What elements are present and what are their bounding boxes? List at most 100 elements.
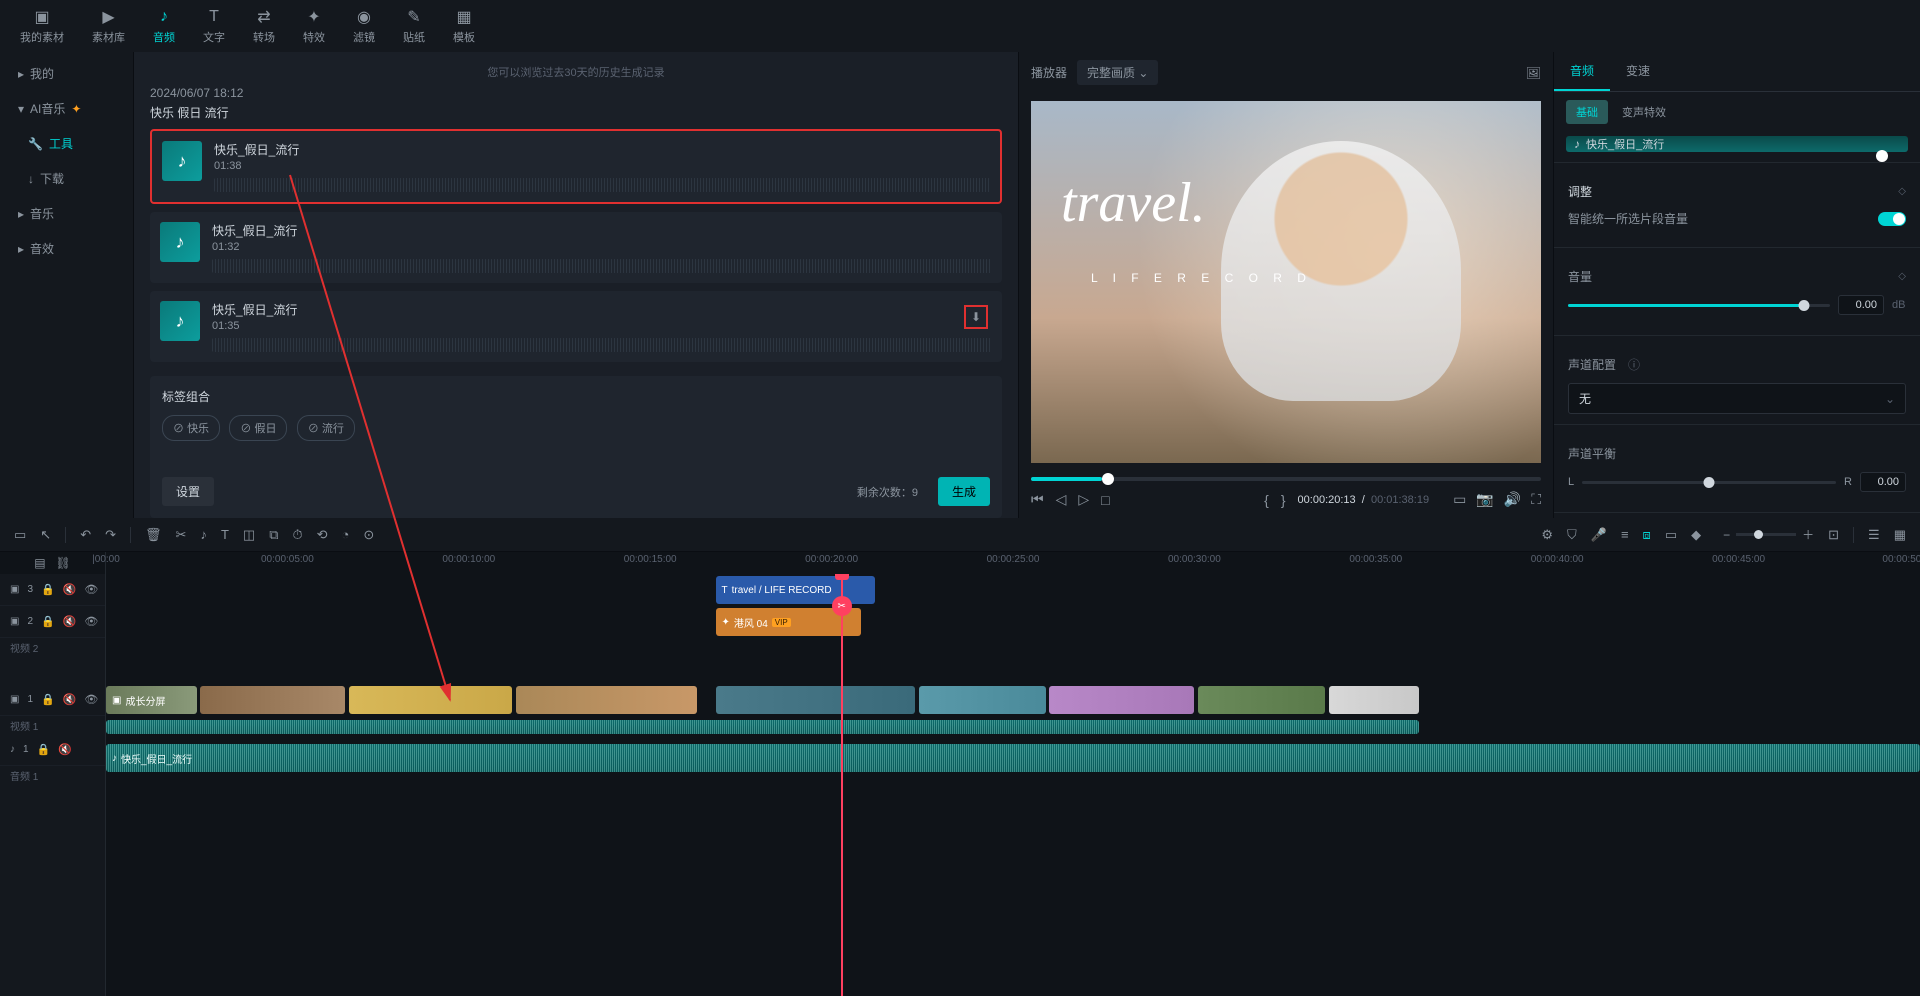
select-tool-icon[interactable]: ▭: [14, 527, 26, 543]
video-clip[interactable]: [1329, 686, 1420, 714]
quality-select[interactable]: 完整画质 ⌄: [1077, 60, 1158, 85]
delete-icon[interactable]: 🗑: [145, 527, 162, 543]
nav-music[interactable]: ▸ 音乐: [0, 196, 133, 231]
balance-slider[interactable]: [1582, 481, 1836, 484]
link-icon[interactable]: ⧉: [269, 527, 278, 543]
undo-icon[interactable]: ↶: [80, 527, 91, 543]
picture-icon[interactable]: 🖼: [1526, 66, 1541, 80]
tag-chip[interactable]: ⊘ 假日: [229, 415, 287, 441]
video-clip[interactable]: ▣ 成长分屏: [106, 686, 197, 714]
keyframe-icon[interactable]: ◇: [1898, 271, 1906, 282]
scissor-icon[interactable]: ✂: [832, 596, 852, 616]
tab-audio[interactable]: ♪音频: [153, 7, 175, 45]
video-clip[interactable]: [516, 686, 697, 714]
bracket-right-icon[interactable]: }: [1281, 492, 1286, 508]
info-icon[interactable]: ⓘ: [1628, 356, 1640, 373]
tab-audio-props[interactable]: 音频: [1554, 52, 1610, 91]
tab-transition[interactable]: ⇄转场: [253, 7, 275, 45]
track-head[interactable]: ▣2 🔒🔇👁: [0, 606, 105, 638]
play-icon[interactable]: ▷: [1078, 491, 1089, 508]
redo-icon[interactable]: ↷: [105, 527, 116, 543]
snap-icon[interactable]: ▭: [1665, 527, 1677, 543]
track-head[interactable]: ▣3 🔒🔇👁: [0, 574, 105, 606]
tab-stickers[interactable]: ✎贴纸: [403, 7, 425, 45]
nav-tools[interactable]: 🔧 工具: [0, 126, 133, 161]
timeline-layout-icon[interactable]: ▤: [34, 556, 45, 570]
music-tool-icon[interactable]: ♪: [200, 527, 207, 542]
keyframe-icon[interactable]: ◇: [1898, 186, 1906, 197]
audio-clip-card[interactable]: ♪ 快乐_假日_流行 01:35 ⬇: [150, 291, 1002, 362]
nav-my[interactable]: ▸ 我的: [0, 56, 133, 91]
download-icon[interactable]: ⬇: [964, 305, 988, 329]
snapshot-icon[interactable]: 📷: [1476, 491, 1493, 508]
video-clip[interactable]: [919, 686, 1046, 714]
nav-ai-music[interactable]: ▾ AI音乐 ✦: [0, 91, 133, 126]
preview-progress[interactable]: [1031, 477, 1541, 481]
marker-icon[interactable]: ◆: [1691, 527, 1701, 543]
duration-icon[interactable]: ⊙: [363, 527, 374, 543]
track-head[interactable]: ▣1 🔒🔇👁: [0, 684, 105, 716]
clip-waveform[interactable]: ♪ 快乐_假日_流行: [1566, 136, 1908, 152]
track-area[interactable]: T travel / LIFE RECORD ✦ 港风 04 VIP ▣ 成长分…: [106, 574, 1920, 996]
tune-icon[interactable]: ≡: [1621, 527, 1629, 542]
tab-text[interactable]: T文字: [203, 7, 225, 45]
settings-icon[interactable]: ⚙: [1541, 527, 1553, 543]
tag-chip[interactable]: ⊘ 快乐: [162, 415, 220, 441]
generate-button[interactable]: 生成: [938, 477, 990, 506]
speed-icon[interactable]: ⏱: [292, 527, 302, 543]
shield-icon[interactable]: ⛉: [1567, 527, 1577, 543]
tab-speed-props[interactable]: 变速: [1610, 52, 1666, 91]
smart-volume-toggle[interactable]: [1878, 212, 1906, 226]
arrow-tool-icon[interactable]: ↖: [40, 527, 51, 543]
crop-icon[interactable]: ◫: [243, 527, 255, 543]
tab-my-media[interactable]: ▣我的素材: [20, 7, 64, 45]
fit-icon[interactable]: ⊡: [1828, 527, 1839, 543]
subtab-voice-fx[interactable]: 变声特效: [1612, 100, 1676, 124]
playhead[interactable]: ✂: [841, 574, 843, 996]
split-icon[interactable]: ✂: [176, 527, 187, 543]
stop-icon[interactable]: □: [1101, 492, 1109, 508]
text-tool-icon[interactable]: T: [221, 527, 229, 542]
text-clip[interactable]: T travel / LIFE RECORD: [716, 576, 876, 604]
zoom-control[interactable]: −＋: [1723, 526, 1814, 543]
audio-clip[interactable]: ♪ 快乐_假日_流行: [106, 744, 1920, 772]
subtab-basic[interactable]: 基础: [1566, 100, 1608, 124]
volume-value[interactable]: 0.00: [1838, 295, 1884, 315]
fullscreen-icon[interactable]: ⛶: [1531, 491, 1541, 508]
bracket-left-icon[interactable]: {: [1264, 492, 1269, 508]
video-clip[interactable]: [200, 686, 345, 714]
link-lock-icon[interactable]: ⛓: [56, 556, 71, 570]
track-head[interactable]: ♪1 🔒🔇: [0, 734, 105, 766]
timer-icon[interactable]: ◔: [342, 527, 350, 542]
reverse-icon[interactable]: ⟲: [317, 527, 328, 543]
compare-icon[interactable]: ▭: [1453, 491, 1466, 508]
prev-frame-icon[interactable]: ⏮: [1031, 491, 1044, 508]
nav-download[interactable]: ↓ 下载: [0, 161, 133, 196]
properties-panel: 音频 变速 基础 变声特效 ♪ 快乐_假日_流行 调整◇ 智能统一所选片段音量 …: [1554, 52, 1920, 518]
video-clip[interactable]: [1049, 686, 1194, 714]
video-clip[interactable]: [1198, 686, 1325, 714]
time-ruler[interactable]: |00:00 00:00:05:00 00:00:10:00 00:00:15:…: [106, 552, 1920, 574]
tag-chip[interactable]: ⊘ 流行: [297, 415, 355, 441]
audio-clip-card[interactable]: ♪ 快乐_假日_流行 01:38: [150, 129, 1002, 204]
video-audio-wave[interactable]: [106, 720, 1419, 734]
play-back-icon[interactable]: ◁: [1056, 491, 1067, 508]
grid-icon[interactable]: ▦: [1894, 527, 1906, 543]
preview-canvas[interactable]: travel. L I F E R E C O R D: [1031, 101, 1541, 463]
audio-clip-card[interactable]: ♪ 快乐_假日_流行 01:32: [150, 212, 1002, 283]
volume-icon[interactable]: 🔊: [1504, 491, 1521, 508]
volume-slider[interactable]: [1568, 304, 1830, 307]
tab-filters[interactable]: ◉滤镜: [353, 7, 375, 45]
video-clip[interactable]: [716, 686, 916, 714]
video-clip[interactable]: [349, 686, 512, 714]
tab-templates[interactable]: ▦模板: [453, 7, 475, 45]
tab-media-lib[interactable]: ▶素材库: [92, 7, 125, 45]
balance-value[interactable]: 0.00: [1860, 472, 1906, 492]
mic-icon[interactable]: 🎤: [1591, 527, 1607, 543]
channel-select[interactable]: 无⌄: [1568, 383, 1906, 414]
list-icon[interactable]: ☰: [1868, 527, 1880, 543]
nav-sfx[interactable]: ▸ 音效: [0, 231, 133, 266]
tab-effects[interactable]: ✦特效: [303, 7, 325, 45]
magnet-icon[interactable]: ⧈: [1643, 527, 1651, 543]
settings-button[interactable]: 设置: [162, 477, 214, 506]
